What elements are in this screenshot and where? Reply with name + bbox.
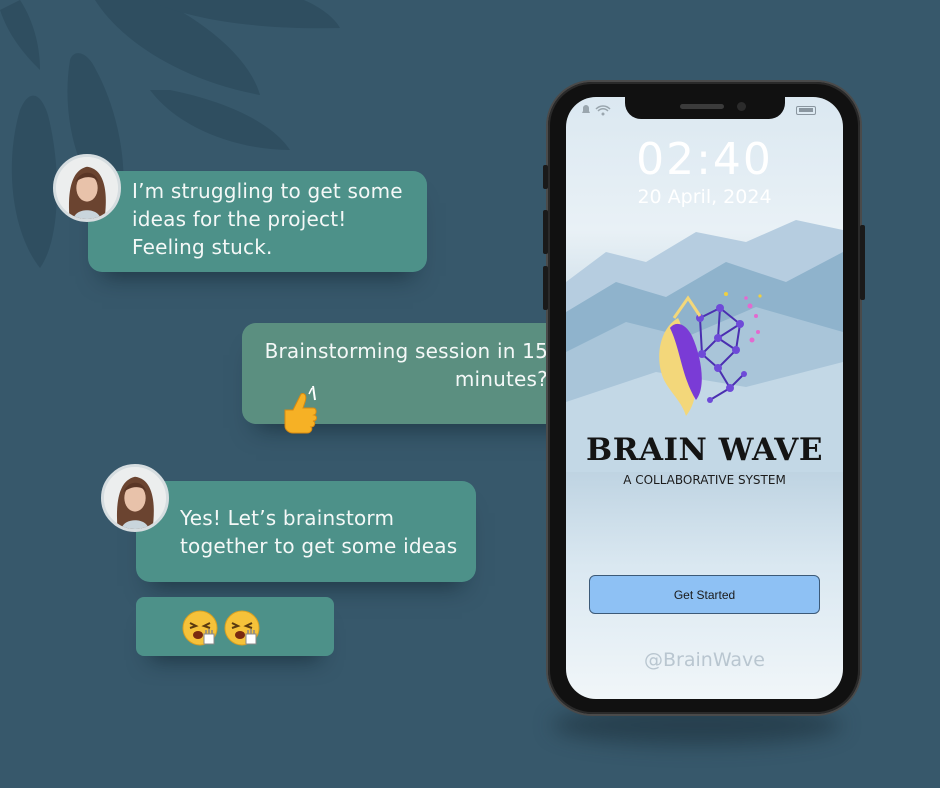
speaker <box>680 104 724 109</box>
status-icons <box>582 105 611 116</box>
avatar-girl-icon <box>56 157 118 219</box>
get-started-button[interactable]: Get Started <box>589 575 820 614</box>
app-name: BRAIN WAVE <box>586 432 823 468</box>
lockscreen-date: 20 April, 2024 <box>637 186 772 208</box>
message-text-3: Yes! Let’s brainstorm together to get so… <box>180 506 458 558</box>
front-camera <box>737 102 746 111</box>
chat-bubble-3: Yes! Let’s brainstorm together to get so… <box>136 481 476 582</box>
laughing-emoji-icon <box>182 610 218 646</box>
battery-icon <box>796 106 816 115</box>
avatar-girl-icon <box>104 467 166 529</box>
volume-down-button <box>543 266 548 310</box>
volume-up-button <box>543 210 548 254</box>
message-text-1: I’m struggling to get some ideas for the… <box>132 179 403 259</box>
laughing-emoji-icon <box>224 610 260 646</box>
thumbs-up-icon <box>284 385 317 434</box>
wifi-icon <box>595 105 611 116</box>
power-button <box>860 225 865 300</box>
lockscreen-time: 02:40 <box>636 134 773 185</box>
brain-logo-icon <box>659 292 762 416</box>
silent-switch <box>543 165 548 189</box>
app-handle: @BrainWave <box>644 649 765 671</box>
app-tagline: A COLLABORATIVE SYSTEM <box>623 473 786 487</box>
bell-icon <box>582 105 590 113</box>
chat-bubble-1: I’m struggling to get some ideas for the… <box>88 171 427 272</box>
avatar <box>53 154 121 222</box>
avatar <box>101 464 169 532</box>
